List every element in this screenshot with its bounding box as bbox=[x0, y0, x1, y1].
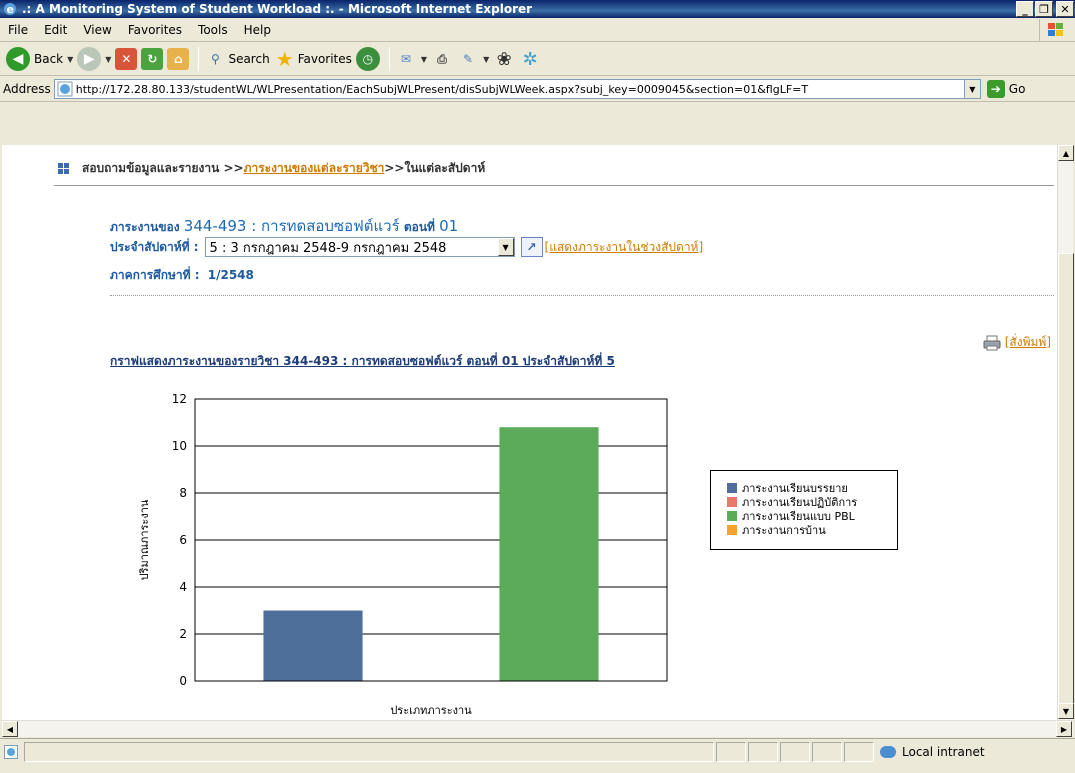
menu-view[interactable]: View bbox=[75, 23, 119, 37]
menu-tools[interactable]: Tools bbox=[190, 23, 236, 37]
home-button[interactable]: ⌂ bbox=[167, 48, 190, 70]
print-toolbar-button[interactable]: ⎙ bbox=[431, 48, 453, 70]
toolbar-separator bbox=[198, 47, 200, 71]
back-arrow-icon: ◀ bbox=[6, 47, 30, 71]
stop-icon: ✕ bbox=[115, 48, 138, 70]
refresh-button[interactable]: ↻ bbox=[141, 48, 164, 70]
legend-label: ภาระงานการบ้าน bbox=[742, 524, 826, 537]
search-icon: ⚲ bbox=[211, 52, 220, 66]
legend-swatch bbox=[727, 511, 737, 521]
page-status-icon bbox=[4, 745, 18, 759]
chart-y-axis-label: ปริมาณภาระงาน bbox=[138, 499, 151, 580]
address-bar: Address http://172.28.80.133/studentWL/W… bbox=[0, 77, 1075, 102]
windows-flag-icon bbox=[1039, 19, 1071, 41]
mail-icon: ✉ bbox=[400, 52, 411, 66]
minimize-button[interactable]: _ bbox=[1016, 1, 1034, 17]
printer-icon: ⎙ bbox=[437, 51, 447, 66]
intranet-globe-icon bbox=[880, 746, 896, 758]
search-label: Search bbox=[228, 52, 270, 66]
favorites-star-icon: ★ bbox=[275, 47, 294, 71]
search-button[interactable]: ⚲ Search bbox=[204, 48, 270, 70]
chart-y-tick-label: 4 bbox=[179, 580, 187, 594]
chart-legend: ภาระงานเรียนบรรยาย ภาระงานเรียนปฏิบัติการ… bbox=[710, 470, 898, 550]
scroll-right-icon[interactable]: ▶ bbox=[1056, 721, 1072, 737]
history-icon: ◷ bbox=[355, 47, 380, 71]
go-button[interactable]: ➔ Go bbox=[986, 80, 1026, 98]
messenger-icon: ✲ bbox=[522, 48, 538, 70]
page-content: สอบถามข้อมูลและรายงาน >> ภาระงานของแต่ละ… bbox=[2, 145, 1057, 720]
status-panel bbox=[812, 742, 842, 762]
page-ie-icon bbox=[57, 81, 73, 97]
discuss-button[interactable]: ❀ bbox=[493, 48, 515, 70]
chart-bar bbox=[499, 427, 599, 681]
address-dropdown-icon[interactable]: ▼ bbox=[963, 80, 980, 98]
menu-bar: File Edit View Favorites Tools Help bbox=[0, 18, 1075, 42]
forward-dropdown-icon[interactable]: ▼ bbox=[105, 55, 111, 64]
legend-item: ภาระงานการบ้าน bbox=[727, 523, 897, 537]
back-button[interactable]: ◀ Back ▼ bbox=[6, 47, 73, 71]
favorites-label: Favorites bbox=[297, 52, 352, 66]
back-label: Back bbox=[34, 52, 64, 66]
ie-logo-icon: e bbox=[4, 3, 16, 16]
workload-bar-chart: 0 2 4 6 8 10 12 ปริมาณภาระงาน ประเภทภาระงาน bbox=[138, 392, 668, 717]
chart-y-tick-label: 12 bbox=[172, 392, 187, 406]
legend-swatch bbox=[727, 525, 737, 535]
security-zone: Local intranet bbox=[880, 742, 1060, 762]
messenger-button[interactable]: ✲ bbox=[519, 48, 541, 70]
scroll-down-icon[interactable]: ▼ bbox=[1058, 703, 1074, 719]
chart-y-tick-label: 8 bbox=[179, 486, 187, 500]
scroll-left-icon[interactable]: ◀ bbox=[2, 721, 18, 737]
edit-page-icon: ✎ bbox=[463, 52, 474, 66]
menu-edit[interactable]: Edit bbox=[36, 23, 75, 37]
edit-button[interactable]: ✎ ▼ bbox=[457, 48, 489, 70]
address-input[interactable]: http://172.28.80.133/studentWL/WLPresent… bbox=[53, 79, 981, 99]
forward-button[interactable]: ▶ ▼ bbox=[77, 47, 111, 71]
chart-bar bbox=[263, 610, 363, 681]
chart-x-axis-label: ประเภทภาระงาน bbox=[390, 704, 472, 717]
chart-y-tick-label: 2 bbox=[179, 627, 187, 641]
menu-file[interactable]: File bbox=[0, 23, 36, 37]
favorites-button[interactable]: ★ Favorites bbox=[274, 47, 352, 71]
vertical-scroll-thumb[interactable] bbox=[1058, 253, 1074, 708]
maximize-button[interactable]: ❐ bbox=[1035, 1, 1053, 17]
horizontal-scrollbar[interactable]: ◀ ▶ bbox=[2, 720, 1073, 737]
mail-button[interactable]: ✉ ▼ bbox=[395, 48, 427, 70]
go-label: Go bbox=[1008, 82, 1026, 96]
history-button[interactable]: ◷ bbox=[355, 47, 380, 71]
legend-swatch bbox=[727, 483, 737, 493]
close-button[interactable]: ✕ bbox=[1056, 1, 1074, 17]
zone-label: Local intranet bbox=[902, 745, 985, 759]
chart-y-tick-label: 6 bbox=[179, 533, 187, 547]
address-label: Address bbox=[3, 82, 51, 96]
status-panel bbox=[780, 742, 810, 762]
window-title: .: A Monitoring System of Student Worklo… bbox=[22, 2, 533, 16]
menu-favorites[interactable]: Favorites bbox=[120, 23, 190, 37]
back-dropdown-icon[interactable]: ▼ bbox=[67, 55, 73, 64]
home-icon: ⌂ bbox=[167, 48, 190, 70]
address-url: http://172.28.80.133/studentWL/WLPresent… bbox=[75, 82, 809, 96]
chart-y-tick-label: 10 bbox=[172, 439, 187, 453]
status-panel bbox=[844, 742, 874, 762]
forward-arrow-icon: ▶ bbox=[77, 47, 102, 71]
go-arrow-icon: ➔ bbox=[986, 80, 1005, 98]
edit-dropdown-icon[interactable]: ▼ bbox=[483, 55, 489, 64]
legend-swatch bbox=[727, 497, 737, 507]
title-bar: e .: A Monitoring System of Student Work… bbox=[0, 0, 1075, 18]
stop-button[interactable]: ✕ bbox=[115, 48, 138, 70]
status-panel bbox=[716, 742, 746, 762]
scroll-up-icon[interactable]: ▲ bbox=[1058, 145, 1074, 161]
toolbar-separator bbox=[388, 47, 390, 71]
svg-text:e: e bbox=[7, 3, 14, 16]
status-panel bbox=[748, 742, 778, 762]
status-bar: Local intranet bbox=[0, 738, 1075, 773]
status-text-panel bbox=[24, 742, 714, 762]
refresh-icon: ↻ bbox=[141, 48, 164, 70]
menu-help[interactable]: Help bbox=[236, 23, 279, 37]
chart-y-tick-label: 0 bbox=[179, 674, 187, 688]
mail-dropdown-icon[interactable]: ▼ bbox=[421, 55, 427, 64]
toolbar: ◀ Back ▼ ▶ ▼ ✕ ↻ ⌂ ⚲ Search ★ Favorites … bbox=[0, 43, 1075, 76]
vertical-scrollbar[interactable]: ▲ ▼ bbox=[1057, 145, 1074, 720]
discuss-icon: ❀ bbox=[496, 48, 512, 70]
